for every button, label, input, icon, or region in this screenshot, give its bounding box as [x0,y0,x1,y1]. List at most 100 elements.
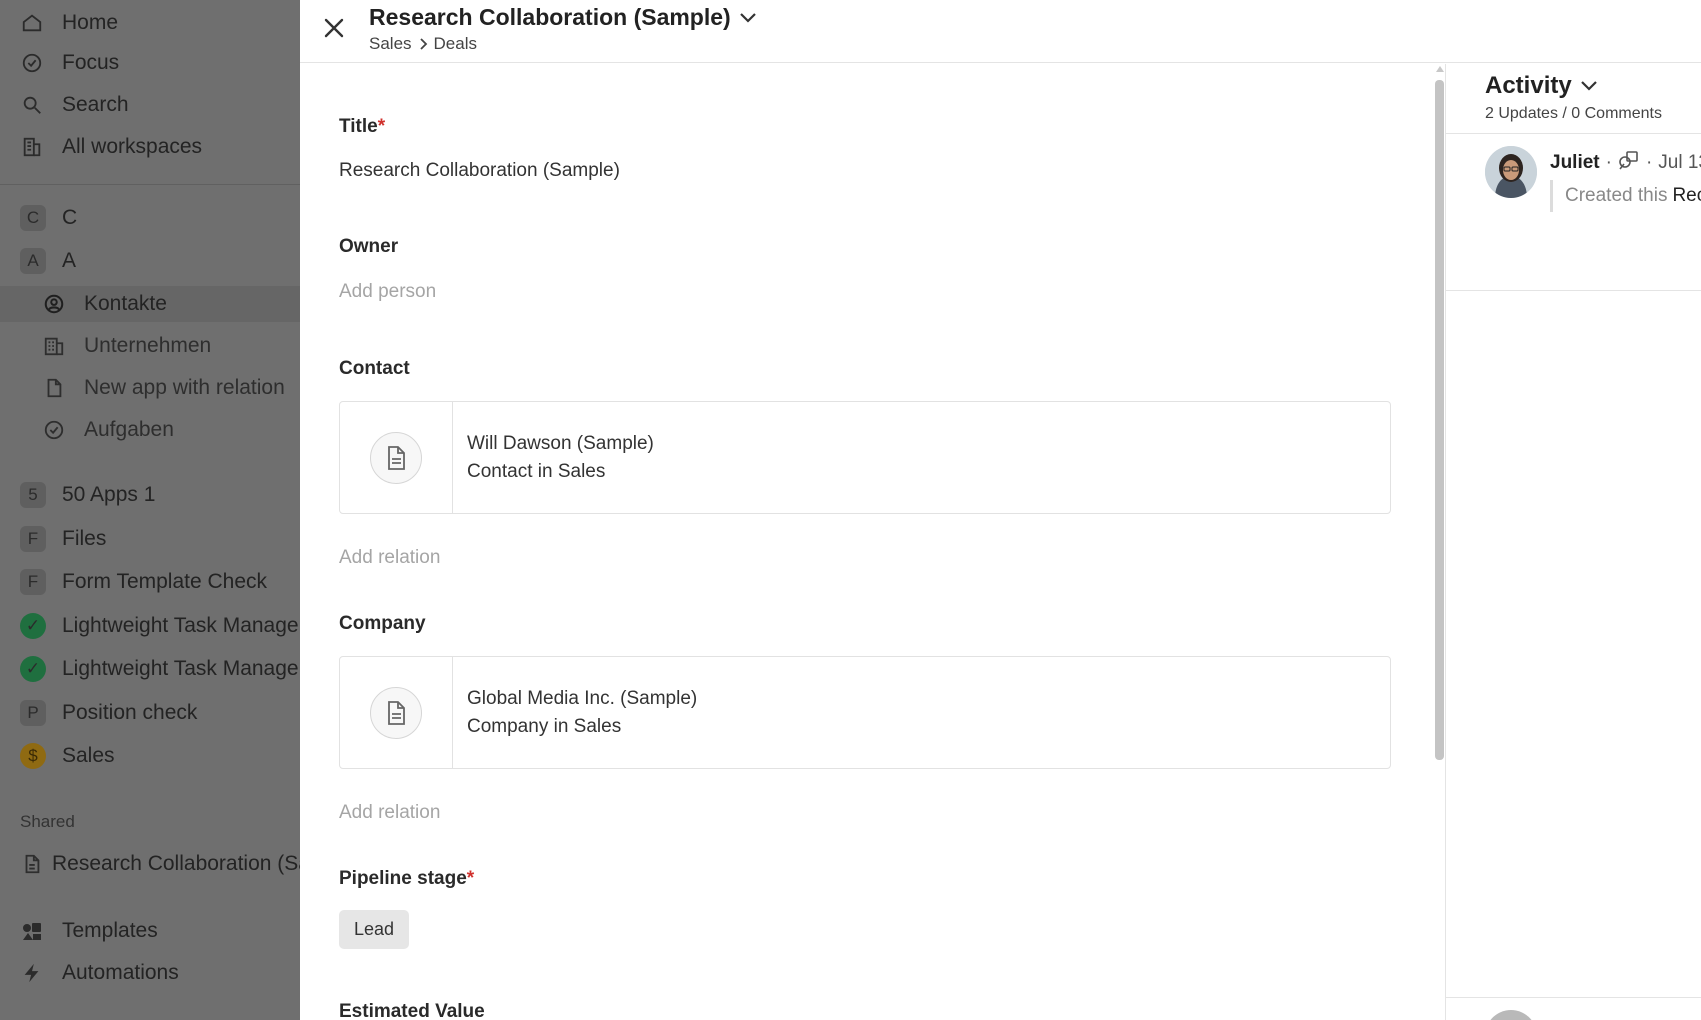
company-relation-card[interactable]: Global Media Inc. (Sample) Company in Sa… [339,656,1391,769]
sidebar-item-home[interactable]: Home [20,7,118,39]
breadcrumb-sales[interactable]: Sales [369,34,412,54]
dollar-badge-icon: $ [20,743,46,769]
close-icon [324,18,344,38]
sidebar-item-new-app[interactable]: New app with relation [42,372,285,404]
sidebar-workspace-sales[interactable]: $ Sales [20,740,115,772]
sidebar-item-label: Unternehmen [84,334,212,357]
sidebar-item-label: 50 Apps 1 [62,483,156,506]
avatar[interactable] [1485,1010,1537,1020]
sidebar-workspace-form-template[interactable]: F Form Template Check [20,566,267,598]
pipeline-stage-label: Pipeline stage* [339,868,475,889]
breadcrumb-deals[interactable]: Deals [434,34,477,54]
sidebar-item-kontakte[interactable]: Kontakte [42,288,167,320]
sidebar-item-label: New app with relation [84,376,285,399]
sidebar-item-search[interactable]: Search [20,89,129,121]
activity-entry: Juliet · · Jul 13 Created this Rec [1446,134,1701,291]
add-company-relation-button[interactable]: Add relation [339,802,440,824]
sidebar-item-label: Lightweight Task Management [62,614,300,637]
relation-icon-cell [340,402,453,513]
activity-entry-body: Created this Rec [1550,180,1701,212]
check-badge-icon: ✓ [20,656,46,682]
sidebar-item-focus[interactable]: Focus [20,47,119,79]
sidebar-item-label: Aufgaben [84,418,174,441]
sidebar-shared-item[interactable]: Research Collaboration (Sample) [20,848,300,880]
record-fields: Title* Research Collaboration (Sample) O… [300,64,1440,1020]
sidebar-workspace-c[interactable]: C C [20,202,77,234]
activity-entry-header: Juliet · · Jul 13 [1550,150,1701,176]
relation-name: Global Media Inc. (Sample) [467,687,698,709]
sidebar-workspace-lightweight-2[interactable]: ✓ Lightweight Task Management [20,653,300,685]
sidebar-item-label: Sales [62,744,115,767]
sidebar-item-label: Position check [62,701,198,724]
lightning-icon [20,961,44,985]
document-icon [42,376,66,400]
relation-name: Will Dawson (Sample) [467,432,654,454]
add-contact-relation-button[interactable]: Add relation [339,547,440,569]
sidebar-item-label: Kontakte [84,292,167,315]
contact-relation-card[interactable]: Will Dawson (Sample) Contact in Sales [339,401,1391,514]
scroll-thumb[interactable] [1435,80,1444,760]
avatar[interactable] [1485,146,1537,198]
sidebar-item-label: A [62,249,77,272]
relation-subtitle: Contact in Sales [467,460,606,482]
estimated-value-label: Estimated Value [339,1001,485,1020]
title-field-label: Title* [339,116,386,137]
relation-subtitle: Company in Sales [467,715,622,737]
record-modal: Research Collaboration (Sample) Sales De… [300,0,1701,1020]
required-mark: * [466,868,475,889]
relation-icon-cell [340,657,453,768]
activity-summary: 2 Updates / 0 Comments [1485,105,1662,122]
workspaces-icon [20,135,44,159]
workspace-badge: F [20,569,46,595]
sidebar-workspace-lightweight-1[interactable]: ✓ Lightweight Task Management [20,610,300,642]
activity-record-link[interactable]: Rec [1672,185,1701,207]
sidebar-workspace-50-apps[interactable]: 5 50 Apps 1 [20,479,155,511]
title-field-value[interactable]: Research Collaboration (Sample) [339,160,620,182]
chevron-down-icon [739,12,757,24]
sidebar-workspace-a[interactable]: A A [20,245,76,277]
workspace-badge: C [20,205,46,231]
focus-icon [20,51,44,75]
add-person-button[interactable]: Add person [339,281,436,303]
sidebar-item-aufgaben[interactable]: Aufgaben [42,414,174,446]
activity-bottom-divider [1446,997,1701,998]
sidebar-item-label: Search [62,93,129,116]
separator-dot: · [1605,152,1612,173]
sidebar-item-templates[interactable]: Templates [20,915,158,947]
sidebar-item-label: Focus [62,51,120,74]
activity-panel: Activity 2 Updates / 0 Comments Juliet ·… [1445,64,1701,1020]
home-icon [20,11,44,35]
sidebar-item-unternehmen[interactable]: Unternehmen [42,330,211,362]
relation-text: Global Media Inc. (Sample) Company in Sa… [453,657,697,768]
pipeline-stage-chip[interactable]: Lead [339,910,410,949]
sidebar-item-label: Templates [62,919,158,942]
activity-title[interactable]: Activity [1485,72,1598,100]
activity-text: Created this [1565,185,1668,206]
workspace-badge: A [20,248,46,274]
check-badge-icon: ✓ [20,613,46,639]
sidebar-shared-label: Shared [20,812,75,831]
sidebar-item-all-workspaces[interactable]: All workspaces [20,131,202,163]
sidebar-item-label: Home [62,11,119,34]
page-title-text: Research Collaboration (Sample) [369,4,731,30]
contact-field-label: Contact [339,358,410,379]
close-button[interactable] [318,12,350,44]
page-title[interactable]: Research Collaboration (Sample) [369,4,757,31]
scroll-up-arrow-icon[interactable] [1436,66,1444,72]
modal-header: Research Collaboration (Sample) Sales De… [300,0,1701,63]
search-icon [20,93,44,117]
workspace-badge: P [20,700,46,726]
required-mark: * [377,116,386,137]
sidebar-workspace-position-check[interactable]: P Position check [20,697,197,729]
sidebar-item-automations[interactable]: Automations [20,957,179,989]
activity-user[interactable]: Juliet [1550,152,1600,174]
sidebar-workspace-files[interactable]: F Files [20,523,106,555]
scrollbar[interactable] [1433,64,1445,1020]
workspace-badge: F [20,526,46,552]
sidebar-item-label: Lightweight Task Management [62,657,300,680]
chevron-right-icon [418,37,428,51]
sidebar-item-label: Form Template Check [62,570,268,593]
document-icon [370,686,422,739]
document-icon [20,852,44,876]
shapes-icon [1618,150,1640,176]
